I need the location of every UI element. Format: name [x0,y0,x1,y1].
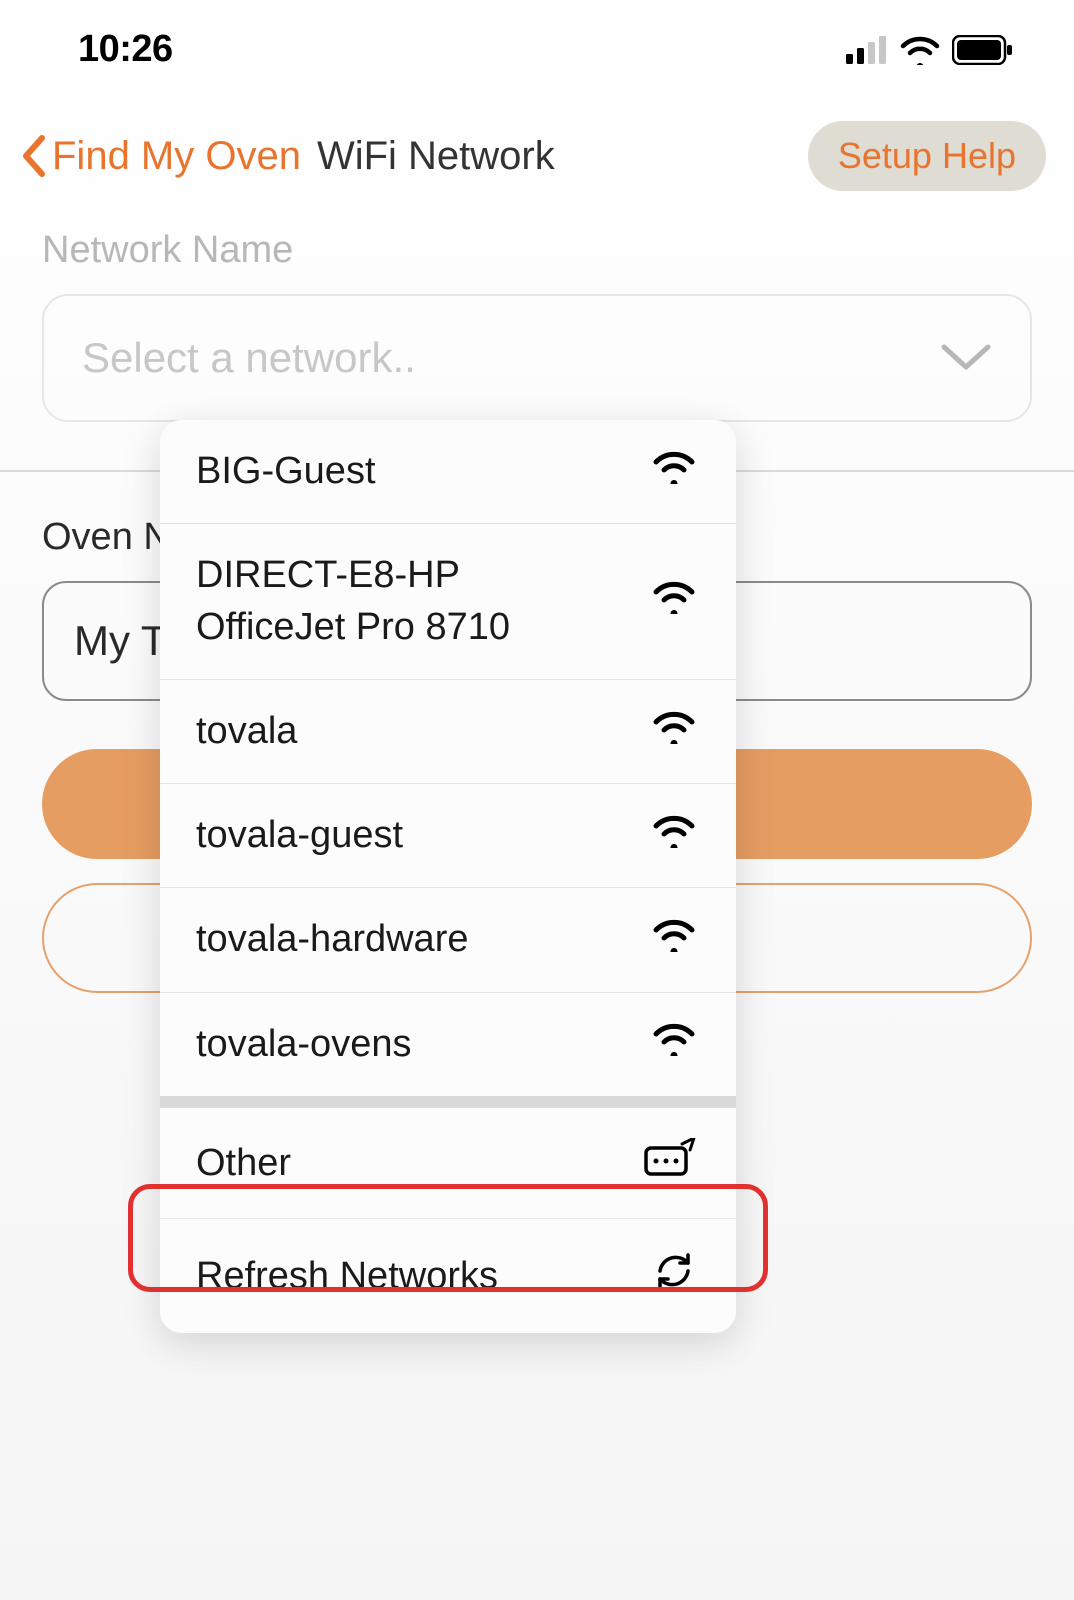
network-item-label: tovala-hardware [196,914,468,965]
setup-help-button[interactable]: Setup Help [808,121,1046,191]
cellular-icon [846,36,888,64]
network-item[interactable]: tovala-guest [160,784,736,888]
dropdown-divider [160,1096,736,1108]
wifi-icon [652,580,696,624]
network-item-label: DIRECT-E8-HP OfficeJet Pro 8710 [196,550,596,653]
network-item-label: tovala-guest [196,810,403,861]
keyboard-edit-icon [644,1138,696,1188]
network-placeholder: Select a network.. [82,334,416,382]
network-item-label: tovala [196,706,297,757]
wifi-icon [652,1022,696,1066]
refresh-networks-button[interactable]: Refresh Networks [160,1219,736,1333]
back-label: Find My Oven [52,134,301,179]
battery-icon [952,35,1014,65]
wifi-icon [652,918,696,962]
wifi-icon [652,710,696,754]
page-title: WiFi Network [317,134,555,179]
status-bar: 10:26 [0,0,1074,81]
other-label: Other [196,1142,291,1185]
wifi-icon [652,450,696,494]
setup-help-label: Setup Help [838,135,1016,176]
status-time: 10:26 [78,28,173,71]
refresh-label: Refresh Networks [196,1255,498,1298]
chevron-down-icon [940,343,992,373]
refresh-icon [652,1249,696,1303]
chevron-left-icon [20,134,48,178]
network-item[interactable]: BIG-Guest [160,420,736,524]
other-network-button[interactable]: Other [160,1108,736,1219]
network-dropdown-panel: BIG-Guest DIRECT-E8-HP OfficeJet Pro 871… [160,420,736,1333]
network-item[interactable]: tovala-ovens [160,993,736,1096]
status-icons [846,35,1014,65]
back-button[interactable]: Find My Oven [20,134,301,179]
network-item-label: BIG-Guest [196,446,376,497]
network-item[interactable]: tovala [160,680,736,784]
wifi-icon [900,35,940,65]
network-name-label: Network Name [42,229,1032,272]
nav-bar: Find My Oven WiFi Network Setup Help [0,81,1074,211]
network-select[interactable]: Select a network.. [42,294,1032,422]
network-item-label: tovala-ovens [196,1019,411,1070]
wifi-icon [652,814,696,858]
network-item[interactable]: tovala-hardware [160,888,736,992]
oven-name-value: My T [74,617,167,664]
network-item[interactable]: DIRECT-E8-HP OfficeJet Pro 8710 [160,524,736,680]
